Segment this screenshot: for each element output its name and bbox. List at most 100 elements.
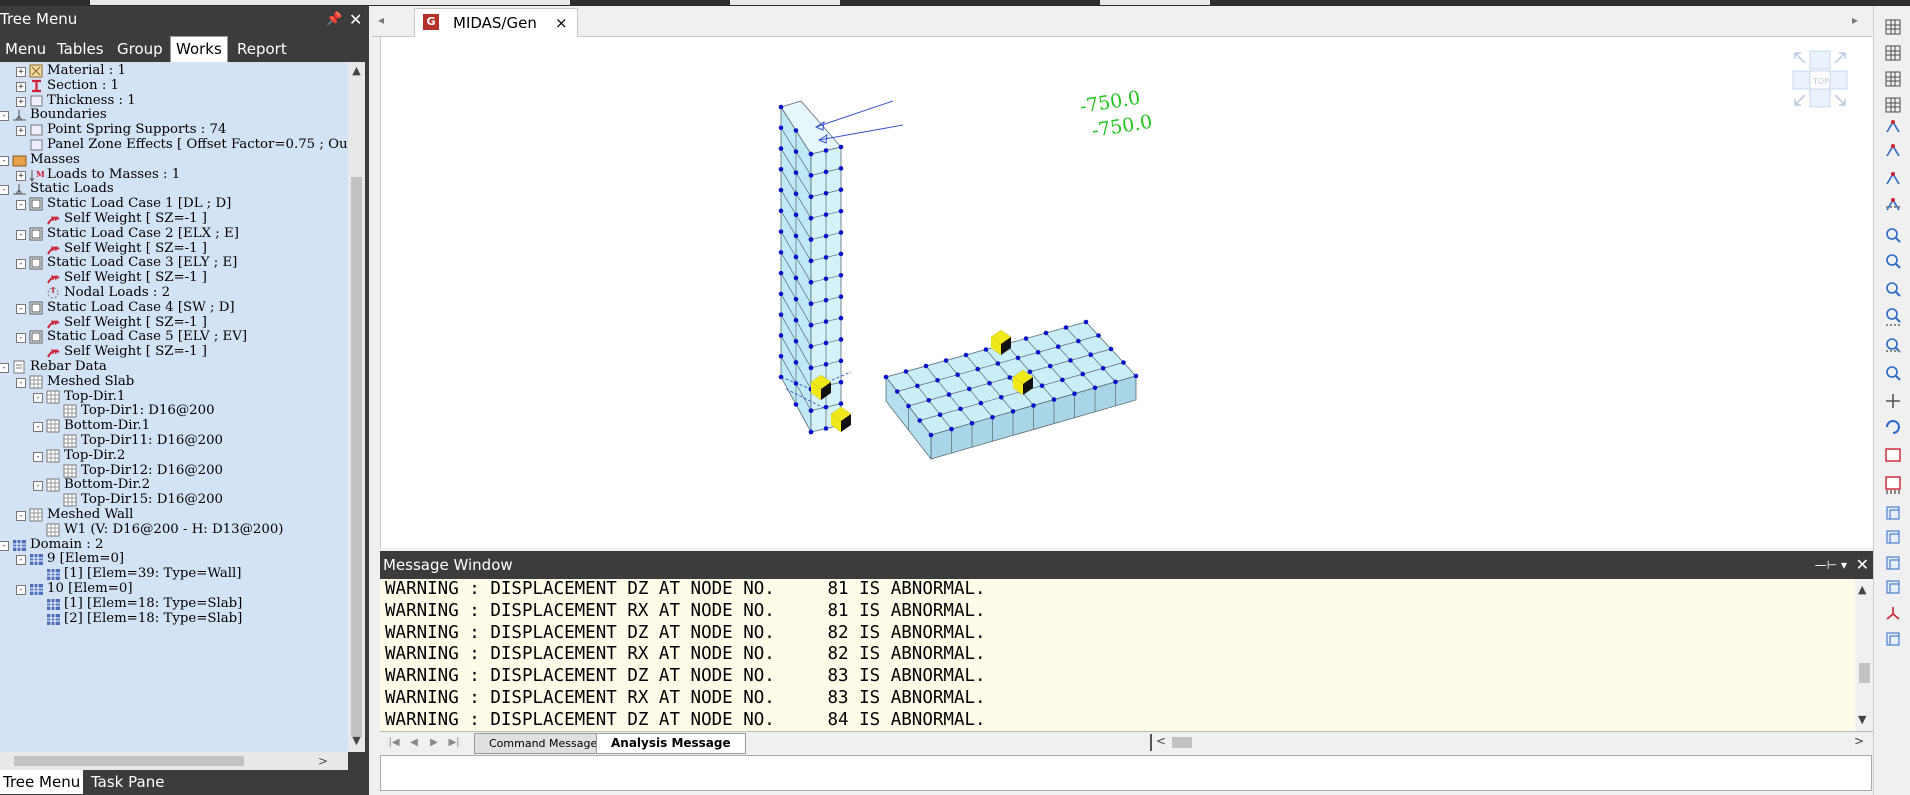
snap-element-icon[interactable] xyxy=(1884,142,1902,160)
message-line: WARNING : DISPLACEMENT RX AT NODE NO. 82… xyxy=(385,644,986,665)
document-tab[interactable]: G MIDAS/Gen × xyxy=(414,8,578,37)
collapse-icon[interactable]: - xyxy=(0,155,9,166)
tree-view: + Material : 1 + Section : 1 + Thickness : 1-… xyxy=(0,62,348,752)
line-grid-icon[interactable] xyxy=(1884,96,1902,114)
view-top-icon[interactable] xyxy=(1884,528,1902,546)
mesh-node xyxy=(990,415,995,420)
message-vertical-scrollbar[interactable]: ▲ ▼ xyxy=(1855,579,1873,731)
pin-icon[interactable]: —⊢ ▾ xyxy=(1815,551,1847,579)
close-icon[interactable]: ✕ xyxy=(349,6,362,33)
tab-tree-menu[interactable]: Tree Menu xyxy=(0,770,84,794)
last-tab-icon[interactable]: ▶| xyxy=(446,735,462,751)
expand-icon[interactable]: + xyxy=(16,126,26,137)
pin-icon[interactable]: 📌 xyxy=(326,6,342,33)
zoom-fit-icon[interactable] xyxy=(1884,226,1902,244)
mesh-node xyxy=(778,374,784,380)
expand-icon[interactable]: + xyxy=(16,81,26,92)
mesh-node xyxy=(808,151,814,157)
expand-icon[interactable]: + xyxy=(16,170,26,181)
copy-view-icon[interactable] xyxy=(1884,630,1902,648)
tab-menu[interactable]: Menu xyxy=(0,37,51,62)
collapse-icon[interactable]: - xyxy=(16,200,26,211)
scroll-right-icon[interactable]: > xyxy=(1854,734,1864,748)
collapse-icon[interactable]: - xyxy=(33,451,43,462)
scroll-thumb[interactable] xyxy=(14,756,244,766)
first-tab-icon[interactable]: |◀ xyxy=(386,735,402,751)
scroll-right-icon[interactable]: > xyxy=(318,752,328,770)
view-iso-icon[interactable] xyxy=(1884,504,1902,522)
prev-tab-icon[interactable]: ◀ xyxy=(406,735,422,751)
point-grid-icon[interactable] xyxy=(1884,70,1902,88)
collapse-icon[interactable]: - xyxy=(16,229,26,240)
view-front-icon[interactable] xyxy=(1884,554,1902,572)
close-tab-icon[interactable]: × xyxy=(555,14,568,32)
refresh-icon[interactable] xyxy=(1884,446,1902,464)
snap-off-icon[interactable] xyxy=(1884,196,1902,214)
tab-report[interactable]: Report xyxy=(232,37,292,62)
tab-tables[interactable]: Tables xyxy=(52,37,109,62)
pan-icon[interactable] xyxy=(1884,392,1902,410)
zoom-out-icon[interactable] xyxy=(1884,306,1902,324)
collapse-icon[interactable]: - xyxy=(16,555,26,566)
axis-icon[interactable] xyxy=(1884,604,1902,622)
collapse-icon[interactable]: - xyxy=(33,392,43,403)
tab-group[interactable]: Group xyxy=(112,37,168,62)
command-input[interactable] xyxy=(380,755,1872,791)
expand-icon[interactable]: + xyxy=(16,96,26,107)
tab-works[interactable]: Works xyxy=(170,36,228,62)
grid-toggle-icon[interactable] xyxy=(1884,18,1902,36)
zoom-in-icon[interactable] xyxy=(1884,280,1902,298)
collapse-icon[interactable]: - xyxy=(0,540,9,551)
mesh-node xyxy=(975,366,981,372)
model-viewport[interactable]: -750.0 -750.0 TOP xyxy=(380,37,1874,548)
model-3d-view[interactable]: -750.0 -750.0 TOP xyxy=(381,37,1874,548)
mesh-node xyxy=(778,333,784,338)
view-cube[interactable]: TOP xyxy=(1792,50,1848,108)
collapse-icon[interactable]: - xyxy=(16,333,26,344)
view-side-icon[interactable] xyxy=(1884,578,1902,596)
scroll-thumb[interactable] xyxy=(351,177,362,737)
collapse-icon[interactable]: - xyxy=(16,377,26,388)
collapse-icon[interactable]: - xyxy=(16,303,26,314)
collapse-icon[interactable]: - xyxy=(0,363,9,373)
scroll-left-icon[interactable]: < xyxy=(1156,734,1166,748)
scroll-thumb[interactable] xyxy=(1172,737,1192,748)
snap-grid-icon[interactable] xyxy=(1884,44,1902,62)
mesh-node xyxy=(838,144,844,150)
tab-scroll-left-icon[interactable]: ◂ xyxy=(378,13,384,27)
expand-icon[interactable]: + xyxy=(16,67,26,77)
scroll-up-icon[interactable]: ▲ xyxy=(351,64,362,78)
collapse-icon[interactable]: - xyxy=(0,111,9,122)
mesh-node xyxy=(838,208,844,214)
collapse-icon[interactable]: - xyxy=(0,185,9,196)
scroll-down-icon[interactable]: ▼ xyxy=(1858,713,1866,726)
message-horizontal-scrollbar[interactable]: < > xyxy=(1150,734,1868,751)
tab-task-pane[interactable]: Task Pane xyxy=(88,770,167,794)
tab-command-message[interactable]: Command Message xyxy=(474,733,613,754)
collapse-icon[interactable]: - xyxy=(16,511,26,521)
collapse-icon[interactable]: - xyxy=(33,422,43,433)
collapse-icon[interactable]: - xyxy=(33,481,43,492)
zoom-dynamic-icon[interactable] xyxy=(1884,364,1902,382)
snap-node-icon[interactable] xyxy=(1884,118,1902,136)
rotate-icon[interactable] xyxy=(1884,418,1902,436)
tab-analysis-message[interactable]: Analysis Message xyxy=(596,733,746,754)
mesh-node xyxy=(778,187,784,193)
tab-scroll-right-icon[interactable]: ▸ xyxy=(1852,13,1858,27)
toolbar-separator xyxy=(1886,206,1900,210)
tree-horizontal-scrollbar[interactable]: > xyxy=(0,752,348,770)
scroll-up-icon[interactable]: ▲ xyxy=(1858,583,1866,596)
next-tab-icon[interactable]: ▶ xyxy=(426,735,442,751)
scroll-down-icon[interactable]: ▼ xyxy=(351,734,362,748)
domain-icon xyxy=(29,552,44,566)
collapse-icon[interactable]: - xyxy=(16,259,26,270)
mesh-node xyxy=(928,432,934,438)
zoom-window-icon[interactable] xyxy=(1884,252,1902,270)
collapse-icon[interactable]: - xyxy=(16,585,26,595)
close-icon[interactable]: ✕ xyxy=(1856,551,1869,579)
tree-vertical-scrollbar[interactable]: ▲ ▼ xyxy=(348,62,365,752)
scroll-thumb[interactable] xyxy=(1859,663,1870,683)
snap-midpoint-icon[interactable] xyxy=(1884,170,1902,188)
message-log[interactable]: WARNING : DISPLACEMENT DZ AT NODE NO. 81… xyxy=(380,579,1855,731)
load-case-icon xyxy=(29,330,44,344)
